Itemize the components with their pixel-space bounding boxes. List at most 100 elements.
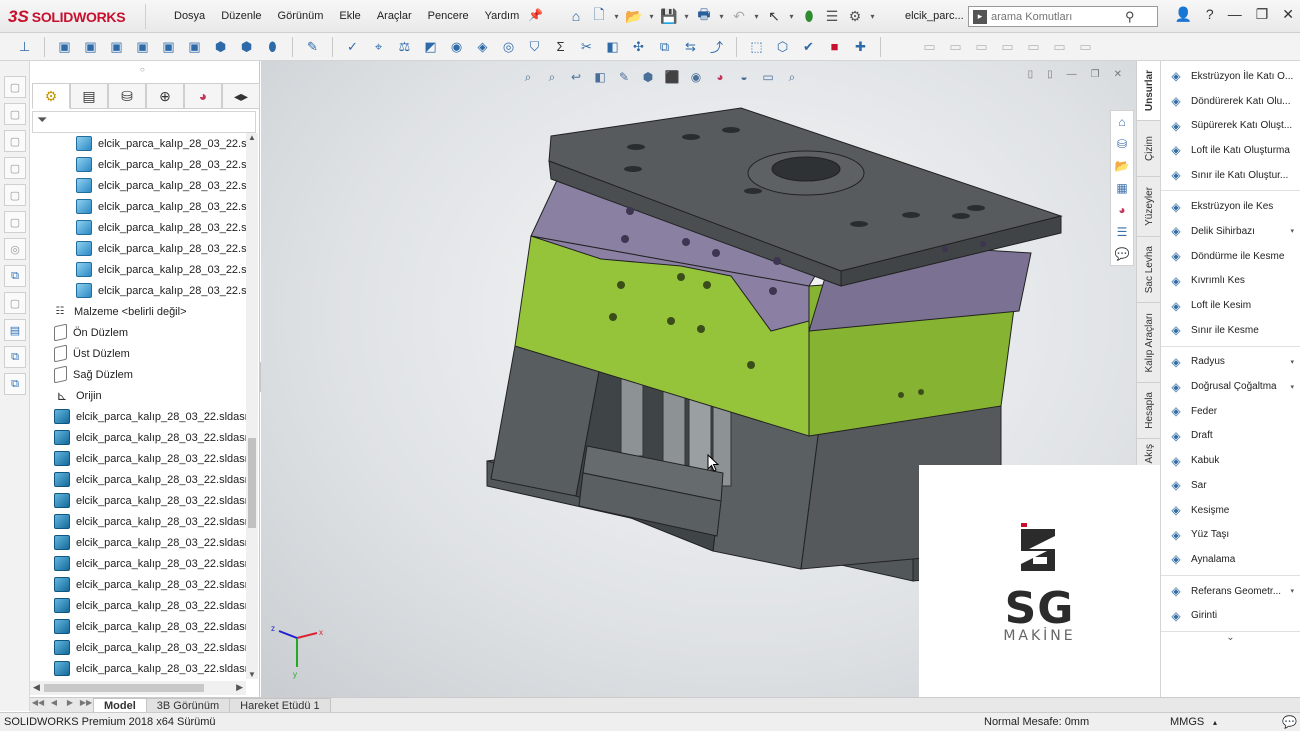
feature-command-indent[interactable]: ◈ Girinti	[1161, 603, 1300, 628]
tree-row-component[interactable]: elcik_parca_kalıp_28_03_22.sldasm	[30, 658, 246, 679]
select-pointer-icon[interactable]: ↖	[764, 6, 784, 26]
menu-window[interactable]: Pencere	[428, 10, 469, 22]
sensor-icon[interactable]: ◉	[446, 36, 467, 57]
tree-row-component[interactable]: elcik_parca_kalıp_28_03_22.slc	[30, 196, 246, 217]
feature-command-wrap[interactable]: ◈ Sar	[1161, 473, 1300, 498]
command-dropdown-icon[interactable]: ▾	[1290, 587, 1294, 595]
feature-command-move-face[interactable]: ◈ Yüz Taşı	[1161, 522, 1300, 547]
tree-row-component[interactable]: elcik_parca_kalıp_28_03_22.slc	[30, 217, 246, 238]
record-icon[interactable]: ■	[824, 36, 845, 57]
tree-row-component[interactable]: elcik_parca_kalıp_28_03_22.sldasm	[30, 616, 246, 637]
command-dropdown-icon[interactable]: ▾	[1290, 383, 1294, 391]
forum-icon[interactable]: 💬	[1111, 243, 1133, 265]
section-view-icon[interactable]: ◧	[591, 68, 609, 86]
apply-scene-icon[interactable]: ◒	[735, 68, 753, 86]
tab-sheet-metal[interactable]: Sac Levha	[1137, 237, 1161, 303]
select-dropdown-icon[interactable]: ▾	[787, 12, 796, 21]
feature-command-mirror[interactable]: ◈ Aynalama	[1161, 547, 1300, 572]
command-dropdown-icon[interactable]: ▾	[1290, 358, 1294, 366]
file-properties-icon[interactable]: ☰	[822, 6, 842, 26]
close-icon[interactable]: ✕	[1282, 6, 1294, 23]
menu-tools[interactable]: Araçlar	[377, 10, 412, 22]
unit-system[interactable]: MMGS	[1170, 716, 1204, 728]
view-top-icon[interactable]: ▣	[184, 36, 205, 57]
solidworks-logo[interactable]: 3S SOLIDWORKS	[8, 4, 146, 29]
feature-command-rib[interactable]: ◈ Feder	[1161, 399, 1300, 424]
tools-icon[interactable]: ✂	[576, 36, 597, 57]
axis-triad-icon[interactable]: ⊥	[14, 36, 35, 57]
menu-insert[interactable]: Ekle	[339, 10, 360, 22]
section-properties-icon[interactable]: ◩	[420, 36, 441, 57]
strip-tool-icon[interactable]: ▢	[4, 157, 26, 179]
save-icon[interactable]: 💾	[659, 6, 679, 26]
view-front-icon[interactable]: ▣	[80, 36, 101, 57]
view-iso-icon[interactable]: ⬢	[210, 36, 231, 57]
appearances-icon[interactable]: ◕	[1111, 199, 1133, 221]
view-cylinder-icon[interactable]: ⬮	[262, 36, 283, 57]
tree-row-component[interactable]: elcik_parca_kalıp_28_03_22.sldasm	[30, 511, 246, 532]
feature-command-shell[interactable]: ◈ Kabuk	[1161, 448, 1300, 473]
print-dropdown-icon[interactable]: ▾	[717, 12, 726, 21]
viewport-restore-icon[interactable]: ❐	[1091, 69, 1100, 80]
tree-row-component[interactable]: elcik_parca_kalıp_28_03_22.sldasm	[30, 574, 246, 595]
feature-command-revolve-cut[interactable]: ◈ Döndürme ile Kesme	[1161, 244, 1300, 269]
feature-command-loft-cut[interactable]: ◈ Loft ile Kesim	[1161, 293, 1300, 318]
tree-row-component[interactable]: elcik_parca_kalıp_28_03_22.slc	[30, 259, 246, 280]
tab-sketch[interactable]: Çizim	[1137, 121, 1161, 177]
realview-icon[interactable]: ⌕	[783, 68, 801, 86]
view-settings-icon[interactable]: ▭	[759, 68, 777, 86]
units-dropdown-icon[interactable]: ▴	[1213, 718, 1217, 727]
view-palette-icon[interactable]: ▦	[1111, 177, 1133, 199]
draft-analysis-icon[interactable]: ◧	[602, 36, 623, 57]
feature-command-loft[interactable]: ◈ Loft ile Katı Oluşturma	[1161, 138, 1300, 163]
strip-tool-icon[interactable]: ▢	[4, 76, 26, 98]
feature-command-sweep[interactable]: ◈ Süpürerek Katı Oluşt...	[1161, 113, 1300, 138]
view-back-icon[interactable]: ▣	[106, 36, 127, 57]
user-account-icon[interactable]: 👤	[1174, 6, 1191, 23]
view-box-icon[interactable]: ▣	[54, 36, 75, 57]
menu-help[interactable]: Yardım	[485, 10, 520, 22]
tab-more[interactable]: ◂▸	[222, 83, 260, 109]
minimize-icon[interactable]: —	[1228, 6, 1242, 23]
strip-tool-icon[interactable]: ⧉	[4, 346, 26, 368]
tree-vertical-scrollbar[interactable]: ▲ ▼	[246, 133, 258, 679]
tab-nav-next-icon[interactable]: ▶	[62, 698, 78, 712]
rebuild-traffic-light-icon[interactable]: ⬮	[799, 6, 819, 26]
tree-row-component[interactable]: elcik_parca_kalıp_28_03_22.sldasm	[30, 469, 246, 490]
export-icon[interactable]: ⤴	[706, 36, 727, 57]
new-dropdown-icon[interactable]: ▾	[612, 12, 621, 21]
menu-file[interactable]: Dosya	[174, 10, 205, 22]
feature-command-hole-wizard[interactable]: ◈ Delik Sihirbazı ▾	[1161, 219, 1300, 244]
quick-tips-icon[interactable]: 💬	[1282, 715, 1297, 729]
zoom-to-fit-icon[interactable]: ⌕	[519, 68, 537, 86]
tree-row-component[interactable]: elcik_parca_kalıp_28_03_22.slc	[30, 280, 246, 301]
home-icon[interactable]: ⌂	[566, 6, 586, 26]
tab-dimxpert[interactable]: ⊕	[146, 83, 184, 109]
undo-dropdown-icon[interactable]: ▾	[752, 12, 761, 21]
options-dropdown-icon[interactable]: ▾	[868, 12, 877, 21]
feature-command-revolve[interactable]: ◈ Döndürerek Katı Olu...	[1161, 89, 1300, 114]
feature-command-boundary-cut[interactable]: ◈ Sınır ile Kesme	[1161, 318, 1300, 343]
tree-horizontal-scrollbar[interactable]: ◀ ▶	[30, 681, 246, 695]
tree-row-front-plane[interactable]: Ön Düzlem	[30, 322, 246, 343]
add-in-icon[interactable]: ✚	[850, 36, 871, 57]
tree-row-component[interactable]: elcik_parca_kalıp_28_03_22.sldasm	[30, 553, 246, 574]
feature-command-linear-pattern[interactable]: ◈ Doğrusal Çoğaltma ▾	[1161, 374, 1300, 399]
strip-tool-icon[interactable]: ▢	[4, 103, 26, 125]
scroll-right-icon[interactable]: ▶	[236, 682, 243, 693]
view-left-icon[interactable]: ▣	[132, 36, 153, 57]
custom-properties-icon[interactable]: ☰	[1111, 221, 1133, 243]
more-commands-chevron-icon[interactable]: ⌄	[1161, 632, 1300, 648]
tab-nav-prev-icon[interactable]: ◀	[46, 698, 62, 712]
tab-feature-tree[interactable]: ⚙	[32, 83, 70, 109]
tree-row-component[interactable]: elcik_parca_kalıp_28_03_22.slc	[30, 175, 246, 196]
strip-tool-icon[interactable]: ◎	[4, 238, 26, 260]
costing-icon[interactable]: ⬡	[772, 36, 793, 57]
search-input[interactable]	[991, 10, 1121, 23]
measure-icon[interactable]: ⌖	[368, 36, 389, 57]
equations-sigma-icon[interactable]: Σ	[550, 36, 571, 57]
file-explorer-icon[interactable]: 📂	[1111, 155, 1133, 177]
tree-row-component[interactable]: elcik_parca_kalıp_28_03_22.sldasm	[30, 532, 246, 553]
resources-home-icon[interactable]: ⌂	[1111, 111, 1133, 133]
hide-show-items-icon[interactable]: ◉	[687, 68, 705, 86]
